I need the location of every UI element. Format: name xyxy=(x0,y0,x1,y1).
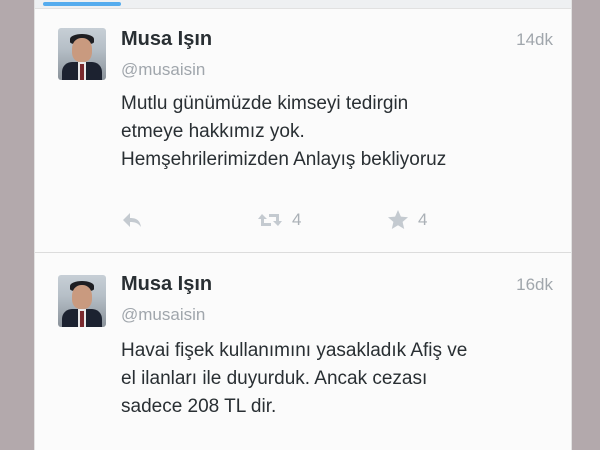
author-handle[interactable]: @musaisin xyxy=(121,60,205,80)
avatar[interactable] xyxy=(58,28,106,80)
timeline-feed[interactable]: Musa Işın @musaisin 14dk Mutlu günümüzde… xyxy=(34,0,572,450)
tweet-text-line: Mutlu günümüzde kimseyi tedirgin xyxy=(121,93,409,114)
tweet-text: Mutlu günümüzde kimseyi tedirgin etmeye … xyxy=(121,90,561,174)
star-icon xyxy=(388,210,408,229)
tweet-text-line: etmeye hakkımız yok. xyxy=(121,121,305,142)
tweet-text-line: Hemşehrilerimizden Anlayış bekliyoruz xyxy=(121,149,447,170)
tweet-text-line: Havai fişek kullanımını yasakladık Afiş … xyxy=(121,340,468,361)
tweet[interactable]: Musa Işın @musaisin 14dk Mutlu günümüzde… xyxy=(35,0,571,252)
tweet-actions: 4 4 xyxy=(35,205,571,235)
favorite-count: 4 xyxy=(418,210,428,229)
favorite-button[interactable]: 4 xyxy=(387,205,427,235)
author-name[interactable]: Musa Işın xyxy=(121,28,212,51)
tweet[interactable]: Musa Işın @musaisin 16dk Havai fişek kul… xyxy=(35,253,571,450)
reply-button[interactable] xyxy=(121,205,143,235)
avatar[interactable] xyxy=(58,275,106,327)
retweet-count: 4 xyxy=(292,210,302,229)
author-name[interactable]: Musa Işın xyxy=(121,273,212,296)
tweet-timestamp[interactable]: 14dk xyxy=(516,30,553,50)
retweet-icon xyxy=(258,214,282,226)
tweet-text: Havai fişek kullanımını yasakladık Afiş … xyxy=(121,337,561,421)
tweet-text-line: el ilanları ile duyurduk. Ancak cezası xyxy=(121,368,428,389)
retweet-button[interactable]: 4 xyxy=(257,205,301,235)
tweet-text-line: sadece 208 TL dir. xyxy=(121,396,277,417)
reply-icon xyxy=(123,213,141,227)
tweet-timestamp[interactable]: 16dk xyxy=(516,275,553,295)
author-handle[interactable]: @musaisin xyxy=(121,305,205,325)
